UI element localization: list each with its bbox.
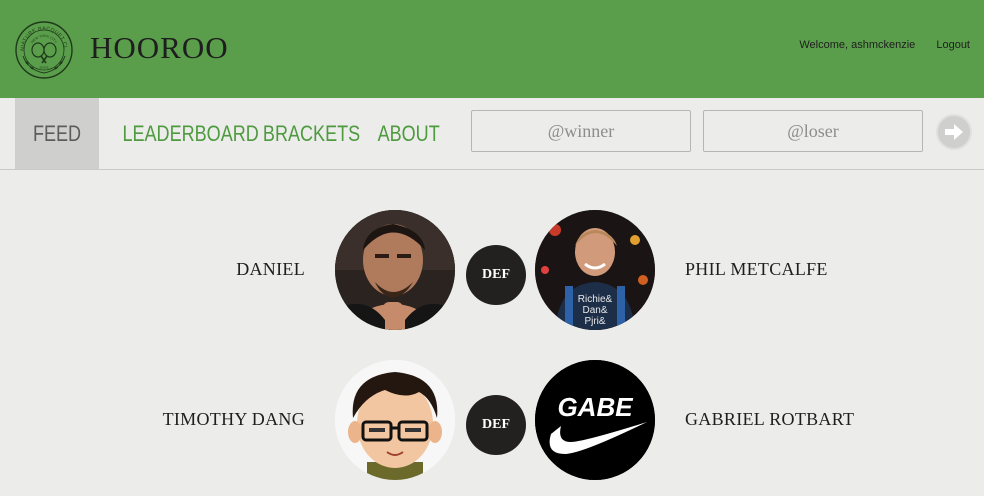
logo-text-middle: NEW YORK CITY bbox=[30, 34, 58, 45]
logo-text-bottom: SINCE bbox=[39, 66, 48, 70]
tab-about[interactable]: ABOUT bbox=[372, 98, 440, 169]
winner-name[interactable]: DANIEL bbox=[0, 259, 305, 280]
match-row: TIMOTHY DANG DEF GABE GABRIEL ROTBART bbox=[0, 360, 984, 480]
match-row: DANIEL DEF Richie& Dan& Pjri& PHIL METCA… bbox=[0, 210, 984, 330]
swoosh-logo-icon: GABE bbox=[535, 360, 655, 480]
winner-input[interactable] bbox=[471, 110, 691, 152]
person-photo-icon: Richie& Dan& Pjri& bbox=[535, 210, 655, 330]
tab-feed[interactable]: FEED bbox=[15, 98, 99, 169]
tab-leaderboard[interactable]: LEADERBOARD bbox=[112, 98, 259, 169]
brand-title[interactable]: HOOROO bbox=[90, 30, 229, 66]
loser-avatar[interactable]: Richie& Dan& Pjri& bbox=[535, 210, 655, 330]
main-nav: FEED LEADERBOARD BRACKETS ABOUT bbox=[0, 98, 984, 170]
svg-text:NEW YORK CITY: NEW YORK CITY bbox=[30, 34, 58, 45]
tab-leaderboard-label: LEADERBOARD bbox=[122, 121, 259, 146]
logout-link[interactable]: Logout bbox=[936, 39, 970, 51]
svg-text:Dan&: Dan& bbox=[582, 305, 607, 316]
loser-name[interactable]: PHIL METCALFE bbox=[685, 259, 828, 280]
loser-input[interactable] bbox=[703, 110, 923, 152]
loser-avatar[interactable]: GABE bbox=[535, 360, 655, 480]
user-area: Welcome, ashmckenzie Logout bbox=[799, 39, 970, 51]
tab-brackets[interactable]: BRACKETS bbox=[255, 98, 361, 169]
svg-text:Pjri&: Pjri& bbox=[584, 316, 605, 327]
cartoon-avatar-icon bbox=[335, 360, 455, 480]
defeated-badge: DEF bbox=[466, 245, 526, 305]
club-logo-icon[interactable]: MINIATURE RACQUET CLUB NEW YORK CITY SIN… bbox=[14, 20, 74, 80]
arrow-right-icon bbox=[945, 124, 963, 140]
winner-name[interactable]: TIMOTHY DANG bbox=[0, 409, 305, 430]
loser-name[interactable]: GABRIEL ROTBART bbox=[685, 409, 854, 430]
welcome-text: Welcome, ashmckenzie bbox=[799, 39, 916, 51]
person-photo-icon bbox=[335, 210, 455, 330]
header: MINIATURE RACQUET CLUB NEW YORK CITY SIN… bbox=[0, 0, 984, 98]
tab-about-label: ABOUT bbox=[377, 121, 440, 146]
svg-text:Richie&: Richie& bbox=[578, 294, 613, 305]
tab-feed-label: FEED bbox=[32, 121, 82, 146]
winner-avatar[interactable] bbox=[335, 210, 455, 330]
tab-brackets-label: BRACKETS bbox=[262, 121, 361, 146]
defeated-badge: DEF bbox=[466, 395, 526, 455]
winner-avatar[interactable] bbox=[335, 360, 455, 480]
submit-match-button[interactable] bbox=[936, 114, 972, 150]
gabe-avatar-text: GABE bbox=[557, 392, 633, 422]
